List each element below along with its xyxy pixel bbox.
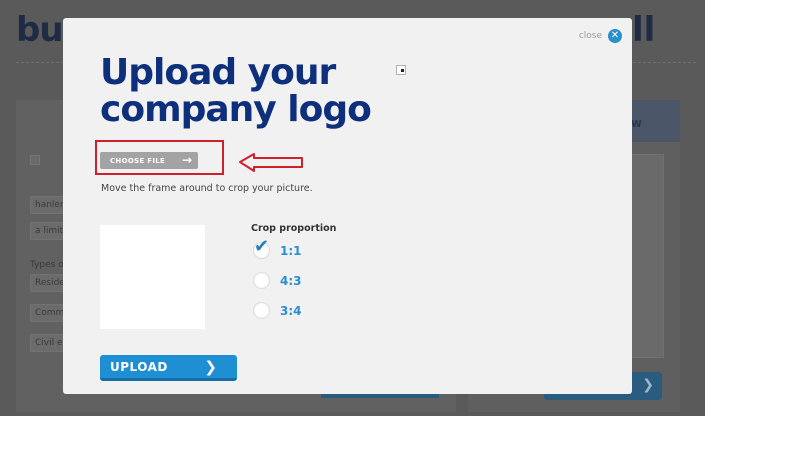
background-field: Comm [30, 304, 64, 322]
close-button[interactable]: close ✕ [579, 29, 622, 43]
chevron-right-icon: ❯ [642, 377, 654, 393]
crop-option-label: 1:1 [280, 243, 302, 258]
modal-title: Upload your company logo [100, 52, 372, 130]
background-label: Types of [30, 260, 67, 270]
radio-button[interactable] [253, 302, 270, 319]
radio-button[interactable]: ✔ [253, 238, 270, 259]
chevron-right-icon: ❯ [204, 358, 217, 376]
background-field: Civil en [30, 334, 64, 352]
checkmark-icon: ✔ [254, 236, 270, 257]
broken-image-icon [396, 65, 406, 75]
background-field: hanler [30, 196, 64, 214]
close-icon[interactable]: ✕ [608, 29, 622, 43]
annotation-highlight-box [95, 140, 224, 175]
crop-option-label: 3:4 [280, 303, 302, 318]
background-title: bu [16, 10, 64, 50]
crop-instructions: Move the frame around to crop your pictu… [101, 183, 313, 194]
radio-button[interactable] [253, 272, 270, 289]
background-field: a limite [30, 222, 64, 240]
background-title-end: ll [632, 10, 656, 50]
background-right-header-text: w [630, 116, 642, 130]
crop-proportion-heading: Crop proportion [251, 223, 337, 234]
upload-button[interactable]: UPLOAD ❯ [100, 355, 237, 381]
crop-option-4-3[interactable]: 4:3 [253, 272, 302, 289]
crop-preview-frame[interactable] [100, 225, 205, 329]
crop-option-3-4[interactable]: 3:4 [253, 302, 302, 319]
close-label: close [578, 31, 602, 41]
broken-image-icon [30, 155, 40, 165]
annotation-arrow-icon [239, 153, 303, 172]
crop-option-label: 4:3 [280, 273, 302, 288]
background-field: Reside [30, 274, 64, 292]
crop-option-1-1[interactable]: ✔ 1:1 [253, 238, 302, 259]
upload-label: UPLOAD [110, 359, 168, 374]
upload-logo-modal: close ✕ Upload your company logo CHOOSE … [63, 18, 632, 394]
